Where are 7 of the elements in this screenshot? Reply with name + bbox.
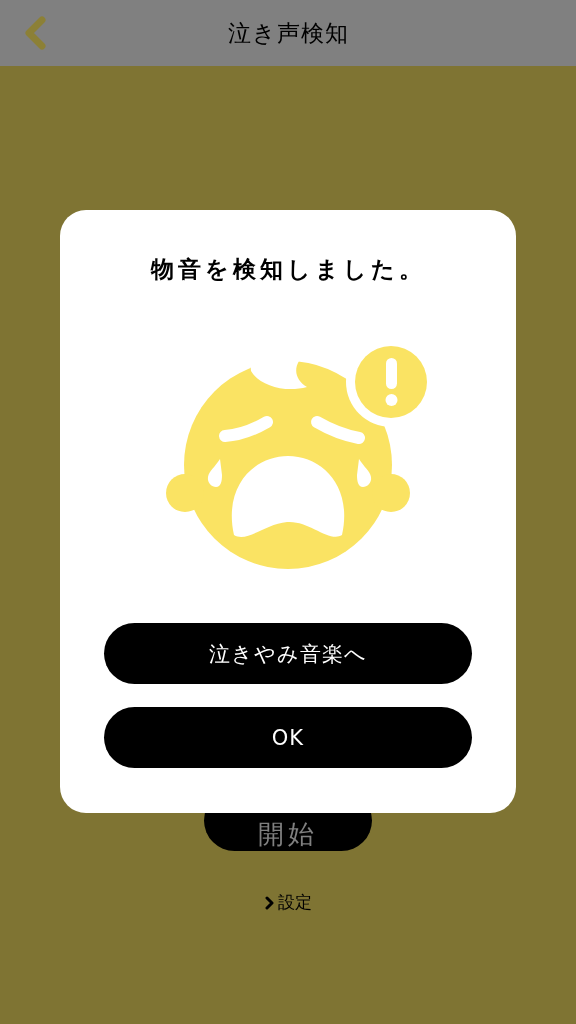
ok-button[interactable]: OK — [104, 707, 472, 768]
dialog-title: 物音を検知しました。 — [150, 255, 426, 284]
chevron-icon — [264, 895, 274, 910]
back-icon — [24, 16, 46, 50]
music-button[interactable]: 泣きやみ音楽へ — [104, 623, 472, 684]
settings-link[interactable]: 設定 — [260, 889, 316, 916]
screen-title: 泣き声検知 — [227, 18, 349, 48]
